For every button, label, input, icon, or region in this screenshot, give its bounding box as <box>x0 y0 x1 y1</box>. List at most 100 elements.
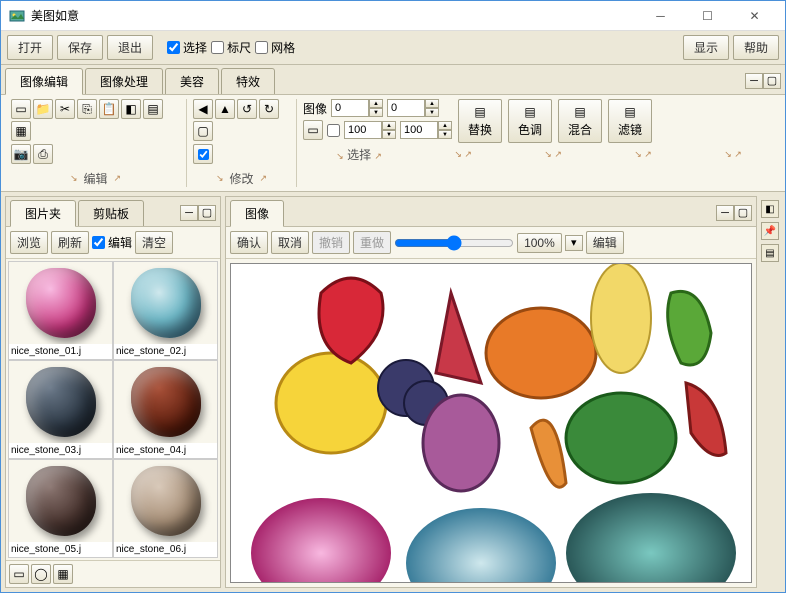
h-up[interactable]: ▲ <box>438 121 452 130</box>
thumbnail-item[interactable]: nice_stone_02.j <box>113 261 218 360</box>
save-button[interactable]: 保存 <box>57 35 103 60</box>
exit-button[interactable]: 退出 <box>107 35 153 60</box>
w-up[interactable]: ▲ <box>382 121 396 130</box>
ribbon-group-modify-label: 修改 <box>229 170 253 187</box>
ribbon: ▭ 📁 ✂ ⎘ 📋 ◧ ▤ ▦ 📷 ⎙ ↘编辑↗ ◀ ▲ ↺ ↻ ▢ <box>1 95 785 192</box>
tool-cut-icon[interactable]: ✂ <box>55 99 75 119</box>
maximize-button[interactable]: ☐ <box>685 2 730 30</box>
tool-open-icon[interactable]: 📁 <box>33 99 53 119</box>
tab-effects[interactable]: 特效 <box>221 68 275 94</box>
tone-button[interactable]: ▤色调 <box>508 99 552 143</box>
canvas[interactable] <box>230 263 752 583</box>
thumbnail-label: nice_stone_02.j <box>114 344 217 359</box>
zoom-dropdown[interactable]: ▾ <box>565 235 583 251</box>
thumbnail-label: nice_stone_01.j <box>9 344 112 359</box>
tool-layers-icon[interactable]: ▦ <box>11 121 31 141</box>
title-bar: 美图如意 ─ ☐ ✕ <box>1 1 785 31</box>
tool-flip-h-icon[interactable]: ◀ <box>193 99 213 119</box>
left-min[interactable]: ─ <box>180 205 198 221</box>
canvas-min[interactable]: ─ <box>716 205 734 221</box>
side-pin-icon[interactable]: 📌 <box>761 222 779 240</box>
w-input[interactable] <box>344 121 382 139</box>
tab-clipboard[interactable]: 剪贴板 <box>78 200 144 226</box>
tab-folder[interactable]: 图片夹 <box>10 200 76 227</box>
open-button[interactable]: 打开 <box>7 35 53 60</box>
lock-aspect-checkbox[interactable] <box>327 124 340 137</box>
x-input[interactable] <box>331 99 369 117</box>
tool-new-icon[interactable]: ▭ <box>11 99 31 119</box>
filter-button[interactable]: ▤滤镜 <box>608 99 652 143</box>
thumbnail-label: nice_stone_05.j <box>9 542 112 557</box>
ribbon-minimize[interactable]: ─ <box>745 73 763 89</box>
confirm-button[interactable]: 确认 <box>230 231 268 254</box>
tab-beauty[interactable]: 美容 <box>165 68 219 94</box>
tool-selection-icon[interactable]: ▭ <box>303 120 323 140</box>
side-list-icon[interactable]: ▤ <box>761 244 779 262</box>
side-palette-icon[interactable]: ◧ <box>761 200 779 218</box>
cancel-button[interactable]: 取消 <box>271 231 309 254</box>
tool-frame-icon[interactable]: ▢ <box>193 121 213 141</box>
window-title: 美图如意 <box>31 7 638 24</box>
thumbnail-label: nice_stone_04.j <box>114 443 217 458</box>
undo-button[interactable]: 撤销 <box>312 231 350 254</box>
tool-copy-icon[interactable]: ⎘ <box>77 99 97 119</box>
zoom-slider[interactable] <box>394 235 514 251</box>
y-down[interactable]: ▼ <box>425 108 439 117</box>
thumb-view1-icon[interactable]: ▭ <box>9 564 29 584</box>
tool-check[interactable] <box>193 144 213 164</box>
tool-screenshot-icon[interactable]: ⎙ <box>33 144 53 164</box>
thumbnail-label: nice_stone_03.j <box>9 443 112 458</box>
edit-checkbox[interactable]: 编辑 <box>92 234 132 251</box>
thumb-view2-icon[interactable]: ◯ <box>31 564 51 584</box>
main-toolbar: 打开 保存 退出 选择 标尺 网格 显示 帮助 <box>1 31 785 65</box>
redo-button[interactable]: 重做 <box>353 231 391 254</box>
left-pane: 图片夹 剪贴板 ─▢ 浏览 刷新 编辑 清空 nice_stone_01.jni… <box>5 196 221 588</box>
minimize-button[interactable]: ─ <box>638 2 683 30</box>
thumbnail-item[interactable]: nice_stone_05.j <box>8 459 113 558</box>
ribbon-close[interactable]: ▢ <box>763 73 781 89</box>
side-icons: ◧ 📌 ▤ <box>761 196 781 588</box>
display-button[interactable]: 显示 <box>683 35 729 60</box>
left-max[interactable]: ▢ <box>198 205 216 221</box>
tab-image-edit[interactable]: 图像编辑 <box>5 68 83 95</box>
tab-image-process[interactable]: 图像处理 <box>85 68 163 94</box>
thumbnail-item[interactable]: nice_stone_01.j <box>8 261 113 360</box>
canvas-pane: 图像 ─▢ 确认 取消 撤销 重做 100% ▾ 编辑 <box>225 196 757 588</box>
canvas-max[interactable]: ▢ <box>734 205 752 221</box>
tool-camera-icon[interactable]: 📷 <box>11 144 31 164</box>
replace-button[interactable]: ▤替换 <box>458 99 502 143</box>
close-button[interactable]: ✕ <box>732 2 777 30</box>
thumbnail-item[interactable]: nice_stone_03.j <box>8 360 113 459</box>
refresh-button[interactable]: 刷新 <box>51 231 89 254</box>
grid-checkbox[interactable]: 网格 <box>255 39 295 56</box>
help-button[interactable]: 帮助 <box>733 35 779 60</box>
tool-flip-v-icon[interactable]: ▲ <box>215 99 235 119</box>
w-down[interactable]: ▼ <box>382 130 396 139</box>
thumb-view3-icon[interactable]: ▦ <box>53 564 73 584</box>
y-up[interactable]: ▲ <box>425 99 439 108</box>
canvas-edit-button[interactable]: 编辑 <box>586 231 624 254</box>
thumbnail-item[interactable]: nice_stone_04.j <box>113 360 218 459</box>
x-up[interactable]: ▲ <box>369 99 383 108</box>
image-label: 图像 <box>303 100 327 117</box>
select-checkbox[interactable]: 选择 <box>167 39 207 56</box>
ruler-checkbox[interactable]: 标尺 <box>211 39 251 56</box>
x-down[interactable]: ▼ <box>369 108 383 117</box>
y-input[interactable] <box>387 99 425 117</box>
h-down[interactable]: ▼ <box>438 130 452 139</box>
thumbnails-grid: nice_stone_01.jnice_stone_02.j nice_stone… <box>6 259 220 560</box>
clear-button[interactable]: 清空 <box>135 231 173 254</box>
browse-button[interactable]: 浏览 <box>10 231 48 254</box>
tool-crop-icon[interactable]: ◧ <box>121 99 141 119</box>
tool-paste-icon[interactable]: 📋 <box>99 99 119 119</box>
h-input[interactable] <box>400 121 438 139</box>
tool-rotate-cw-icon[interactable]: ↻ <box>259 99 279 119</box>
blend-button[interactable]: ▤混合 <box>558 99 602 143</box>
thumbnail-label: nice_stone_06.j <box>114 542 217 557</box>
app-icon <box>9 8 25 24</box>
tool-rotate-ccw-icon[interactable]: ↺ <box>237 99 257 119</box>
tool-resize-icon[interactable]: ▤ <box>143 99 163 119</box>
thumbnail-item[interactable]: nice_stone_06.j <box>113 459 218 558</box>
zoom-value[interactable]: 100% <box>517 233 562 253</box>
tab-canvas-image[interactable]: 图像 <box>230 200 284 227</box>
